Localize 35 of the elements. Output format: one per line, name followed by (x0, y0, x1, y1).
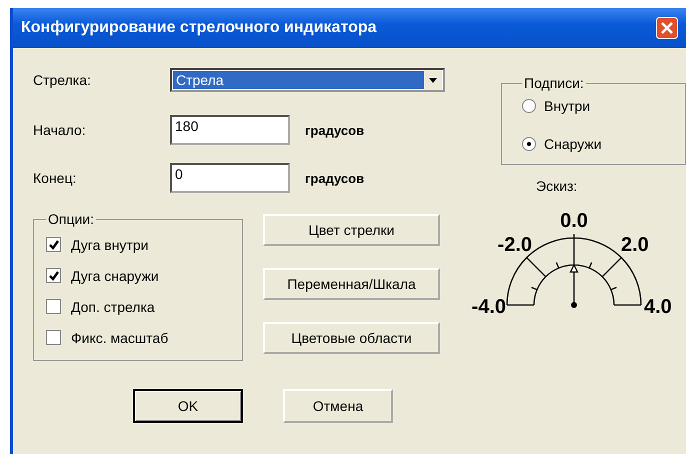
action-button[interactable]: Цвет стрелки (263, 214, 440, 246)
group-title: Опции: (47, 211, 96, 227)
field-label: Конец: (33, 170, 78, 186)
dialog-button[interactable]: OK (133, 389, 243, 423)
action-button[interactable]: Цветовые области (263, 322, 440, 354)
preview-title: Эскиз: (536, 178, 578, 194)
checkbox[interactable] (46, 237, 61, 252)
field-label: Стрелка: (33, 72, 92, 88)
checkbox[interactable] (46, 299, 61, 314)
scale-label: 4.0 (644, 296, 672, 318)
scale-label: 2.0 (621, 234, 649, 256)
action-button[interactable]: Переменная/Шкала (263, 268, 440, 300)
group-title: Подписи: (523, 75, 585, 91)
checkbox-label[interactable]: Дуга внутри (71, 236, 148, 252)
degrees-input-field[interactable]: 0 (170, 163, 290, 193)
radio-button[interactable] (522, 99, 536, 113)
degrees-input-field[interactable]: 180 (170, 115, 290, 145)
dialog-button[interactable]: Отмена (283, 389, 393, 423)
radio-label[interactable]: Внутри (544, 98, 590, 114)
unit-label: градусов (305, 122, 364, 138)
checkbox[interactable] (46, 330, 61, 345)
checkbox-label[interactable]: Фикс. масштаб (71, 330, 168, 346)
radio-label[interactable]: Снаружи (544, 136, 602, 152)
checkbox-label[interactable]: Дуга снаружи (71, 268, 159, 284)
checkbox-label[interactable]: Доп. стрелка (71, 298, 155, 314)
scale-label: -2.0 (498, 234, 532, 256)
checkbox[interactable] (46, 268, 61, 283)
scale-label: -4.0 (472, 296, 506, 318)
field-label: Начало: (33, 122, 87, 138)
radio-button[interactable] (522, 137, 536, 151)
window-title: Конфигурирование стрелочного индикатора (21, 19, 378, 37)
scale-label: 0.0 (560, 210, 588, 232)
close-icon[interactable] (656, 17, 678, 39)
unit-label: градусов (305, 170, 364, 186)
arrow-type-dropdown[interactable]: Стрела (170, 68, 445, 92)
